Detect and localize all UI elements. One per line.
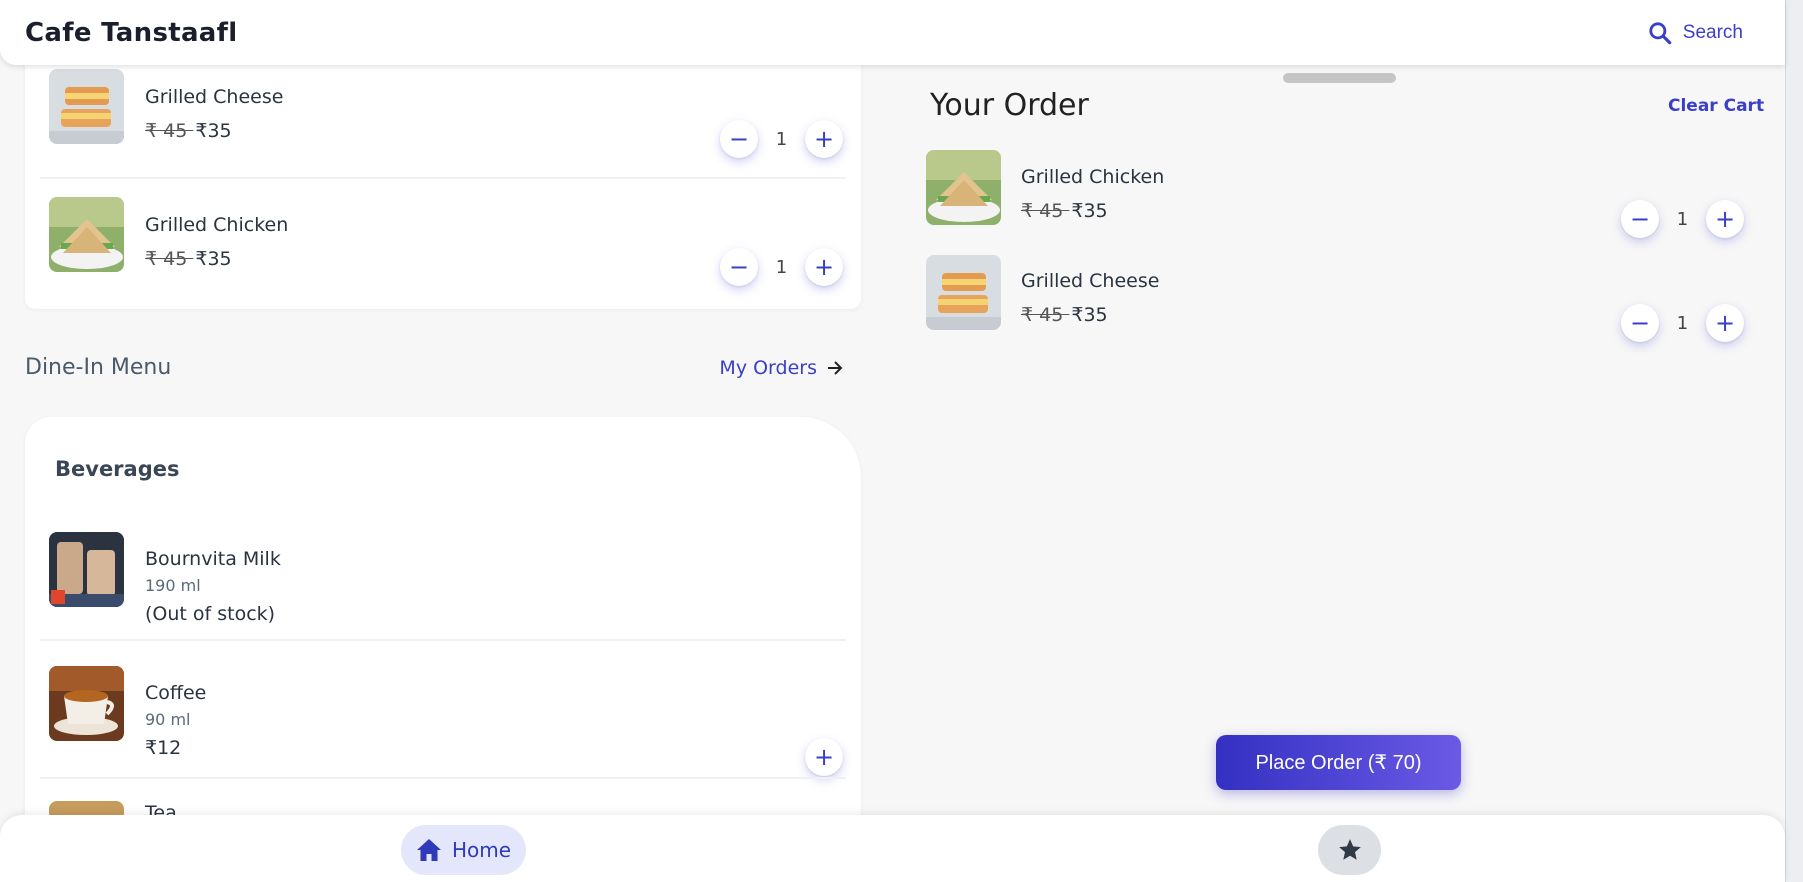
increase-button[interactable]: +	[805, 248, 843, 286]
plus-icon: +	[813, 743, 835, 771]
search-icon	[1649, 21, 1672, 44]
dine-in-header: Dine-In Menu My Orders	[25, 355, 845, 380]
price-discounted: ₹35	[195, 120, 232, 142]
decrease-button[interactable]: −	[1621, 304, 1659, 342]
quantity-value: 1	[1676, 208, 1689, 230]
quantity-value: 1	[775, 128, 788, 150]
price-discounted: ₹35	[1071, 304, 1108, 326]
home-icon	[416, 839, 441, 861]
item-price: ₹ 45 ₹35	[145, 120, 232, 142]
nav-favorites[interactable]	[1318, 825, 1381, 875]
section-title: Dine-In Menu	[25, 355, 172, 380]
nav-home-label: Home	[451, 838, 512, 862]
item-name: Bournvita Milk	[145, 548, 281, 570]
grilled-cheese-image	[49, 69, 124, 144]
search-label: Search	[1682, 21, 1743, 43]
order-title: Your Order	[930, 88, 1089, 123]
item-name: Grilled Cheese	[145, 86, 284, 108]
cart-items-card: Grilled Cheese ₹ 45 ₹35 − 1 + Grilled Ch…	[25, 60, 861, 309]
quantity-value: 1	[775, 256, 788, 278]
price-original: ₹ 45	[1021, 304, 1070, 326]
top-app-bar: Cafe Tanstaafl Search	[0, 0, 1785, 65]
plus-icon: +	[1714, 309, 1736, 337]
order-item: Grilled Chicken ₹ 45 ₹35 − 1 +	[925, 148, 1755, 253]
my-orders-label: My Orders	[719, 356, 817, 379]
quantity-stepper[interactable]: − 1 +	[720, 120, 843, 158]
divider	[40, 777, 846, 779]
item-price: ₹ 45 ₹35	[1021, 200, 1108, 222]
list-item: Bournvita Milk 190 ml (Out of stock)	[40, 517, 846, 657]
drag-handle[interactable]	[1283, 73, 1396, 83]
item-price: ₹ 45 ₹35	[145, 248, 232, 270]
stock-status: (Out of stock)	[145, 603, 276, 625]
quantity-stepper[interactable]: − 1 +	[1621, 200, 1744, 238]
arrow-right-icon	[828, 360, 843, 375]
list-item: Coffee 90 ml ₹12 +	[40, 642, 846, 777]
item-name: Grilled Chicken	[145, 214, 289, 236]
quantity-value: 1	[1676, 312, 1689, 334]
add-button[interactable]: +	[805, 738, 843, 776]
search-button[interactable]: Search	[1647, 20, 1743, 46]
increase-button[interactable]: +	[1706, 304, 1744, 342]
minus-icon: −	[1629, 309, 1651, 337]
increase-button[interactable]: +	[1706, 200, 1744, 238]
menu-card: Beverages Bournvita Milk 190 ml (Out of …	[25, 417, 861, 817]
minus-icon: −	[1629, 205, 1651, 233]
increase-button[interactable]: +	[805, 120, 843, 158]
item-price: ₹ 45 ₹35	[1021, 304, 1108, 326]
order-item: Grilled Cheese ₹ 45 ₹35 − 1 +	[925, 253, 1755, 358]
list-item: Tea	[40, 780, 846, 817]
plus-icon: +	[813, 125, 835, 153]
place-order-button[interactable]: Place Order (₹ 70)	[1216, 735, 1461, 790]
order-list: Grilled Chicken ₹ 45 ₹35 − 1 + Grilled C…	[925, 148, 1755, 358]
list-item: Grilled Chicken ₹ 45 ₹35 − 1 +	[40, 180, 846, 300]
item-volume: 190 ml	[145, 576, 201, 595]
item-price: ₹12	[145, 737, 182, 759]
category-title: Beverages	[55, 457, 180, 481]
grilled-cheese-image	[926, 255, 1001, 330]
plus-icon: +	[1714, 205, 1736, 233]
window-scrollbar[interactable]	[1785, 0, 1803, 882]
coffee-image	[49, 666, 124, 741]
minus-icon: −	[728, 125, 750, 153]
price-original: ₹ 45	[145, 120, 194, 142]
nav-home[interactable]: Home	[401, 825, 526, 875]
decrease-button[interactable]: −	[720, 248, 758, 286]
price-original: ₹ 45	[145, 248, 194, 270]
item-name: Grilled Cheese	[1021, 270, 1160, 292]
item-volume: 90 ml	[145, 710, 191, 729]
list-item: Grilled Cheese ₹ 45 ₹35 − 1 +	[40, 60, 846, 178]
quantity-stepper[interactable]: − 1 +	[720, 248, 843, 286]
decrease-button[interactable]: −	[720, 120, 758, 158]
quantity-stepper[interactable]: − 1 +	[1621, 304, 1744, 342]
price-original: ₹ 45	[1021, 200, 1070, 222]
star-icon	[1338, 839, 1361, 860]
grilled-chicken-image	[49, 197, 124, 272]
divider	[40, 177, 846, 179]
add-to-cart[interactable]: +	[805, 738, 843, 776]
app-title: Cafe Tanstaafl	[25, 17, 238, 48]
bottom-navigation: Home	[0, 815, 1785, 882]
my-orders-link[interactable]: My Orders	[719, 357, 845, 379]
decrease-button[interactable]: −	[1621, 200, 1659, 238]
grilled-chicken-image	[926, 150, 1001, 225]
bournvita-image	[49, 532, 124, 607]
price-discounted: ₹35	[195, 248, 232, 270]
item-name: Coffee	[145, 682, 207, 704]
minus-icon: −	[728, 253, 750, 281]
price-discounted: ₹35	[1071, 200, 1108, 222]
plus-icon: +	[813, 253, 835, 281]
item-name: Grilled Chicken	[1021, 166, 1165, 188]
clear-cart-button[interactable]: Clear Cart	[1668, 96, 1764, 116]
divider	[40, 639, 846, 641]
